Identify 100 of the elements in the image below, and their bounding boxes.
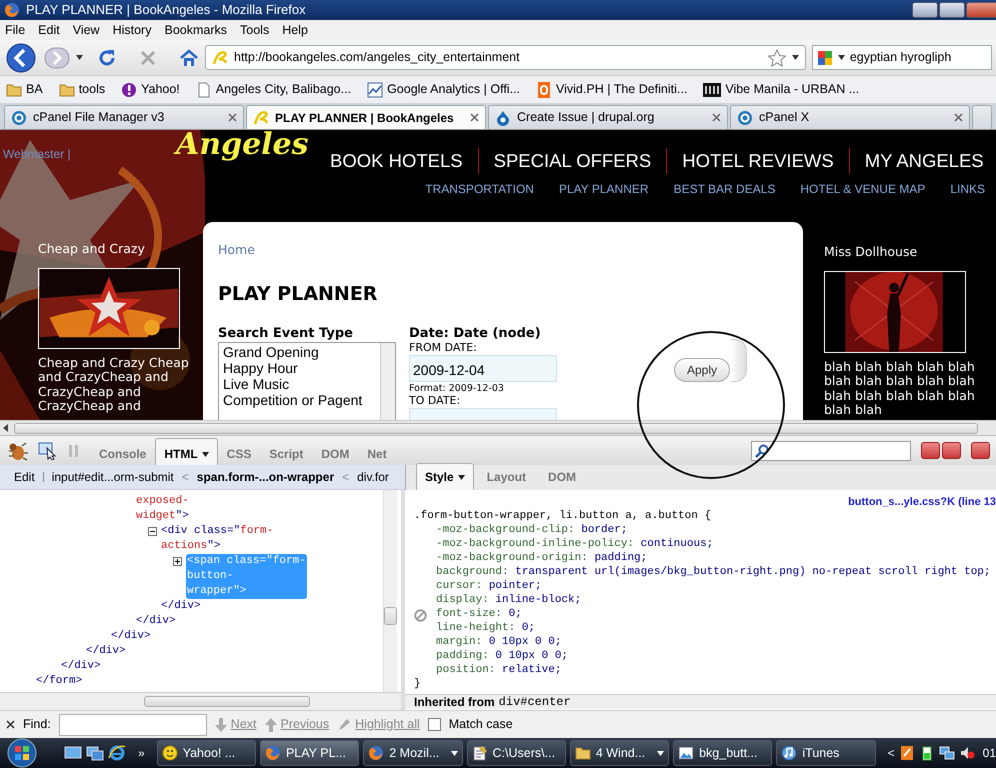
- nav-link[interactable]: HOTEL REVIEWS: [682, 147, 834, 175]
- css-property: -moz-background-clip: border;: [435, 523, 628, 537]
- source-link[interactable]: button_s...yle.css?K (line 13: [414, 495, 996, 509]
- breadcrumb-link[interactable]: Home: [218, 242, 255, 257]
- panel-tab[interactable]: Layout: [478, 463, 536, 490]
- smiley-icon: [162, 745, 178, 761]
- forward-button[interactable]: [44, 46, 70, 68]
- search-field[interactable]: [751, 440, 911, 460]
- nav-link[interactable]: PLAY PLANNER: [558, 180, 649, 198]
- taskbar-button[interactable]: 4 Wind...: [570, 740, 670, 766]
- breadcrumb-item[interactable]: span.form-...on-wrapper: [196, 468, 334, 486]
- panel-tab[interactable]: Style: [416, 463, 474, 490]
- minimize-button[interactable]: [921, 442, 940, 459]
- menu-item[interactable]: Tools: [240, 20, 270, 40]
- site-logo[interactable]: Angeles: [176, 130, 309, 160]
- panel-tab[interactable]: Console: [90, 438, 156, 469]
- nav-link[interactable]: SPECIAL OFFERS: [494, 147, 652, 175]
- marker-icon: [337, 718, 352, 732]
- bookmark[interactable]: Vivid.PH | The Definiti...: [536, 80, 688, 99]
- menu-item[interactable]: Bookmarks: [164, 20, 228, 40]
- menu-item[interactable]: File: [5, 20, 26, 40]
- browser-tab[interactable]: cPanel X: [730, 105, 970, 129]
- html-node[interactable]: <div class="form- actions">: [161, 524, 274, 554]
- nav-link[interactable]: MY ANGELES: [864, 147, 984, 175]
- new-tab-button[interactable]: [972, 105, 992, 129]
- tray-expand-button[interactable]: <: [888, 744, 895, 762]
- nav-link[interactable]: BOOK HOTELS: [330, 147, 463, 175]
- taskbar-button[interactable]: bkg_butt...: [673, 740, 772, 766]
- detach-button[interactable]: [942, 442, 961, 459]
- horizontal-scrollbar[interactable]: [0, 420, 996, 435]
- menu-item[interactable]: History: [112, 20, 152, 40]
- taskbar-button[interactable]: PLAY PL...: [260, 740, 360, 766]
- edit-button[interactable]: Edit: [14, 468, 35, 486]
- bookmark[interactable]: Google Analytics | Offi...: [367, 80, 520, 99]
- breadcrumb-item[interactable]: div.for: [357, 468, 389, 486]
- date-field[interactable]: 2009-12-04: [409, 354, 557, 382]
- checkbox[interactable]: [428, 718, 441, 731]
- desktop-icon: [64, 745, 82, 761]
- menu-item[interactable]: Help: [282, 20, 308, 40]
- html-node[interactable]: exposed- widget">: [136, 494, 189, 524]
- bookmark[interactable]: Yahoo!: [121, 80, 180, 99]
- power-button[interactable]: [971, 442, 990, 459]
- menu-item[interactable]: View: [72, 20, 100, 40]
- taskbar-button[interactable]: C:\Users\...: [466, 740, 566, 766]
- panel-tab[interactable]: Net: [358, 438, 396, 469]
- vertical-scrollbar[interactable]: [383, 490, 397, 692]
- bookmark[interactable]: tools: [58, 80, 106, 99]
- ring-icon: [737, 110, 753, 126]
- browser-tab[interactable]: cPanel File Manager v3: [4, 105, 244, 129]
- nav-link[interactable]: TRANSPORTATION: [425, 180, 534, 198]
- back-button[interactable]: [4, 42, 38, 72]
- breadcrumb-item[interactable]: input#edit...orm-submit: [52, 468, 174, 486]
- closing-tag: </div>: [86, 644, 126, 659]
- browser-tab[interactable]: Create Issue | drupal.org: [488, 105, 728, 129]
- expand-icon[interactable]: [173, 557, 182, 566]
- exclamation-icon: [121, 82, 138, 98]
- search-field[interactable]: egyptian hyrogliph: [812, 45, 992, 70]
- browser-tab[interactable]: PLAY PLANNER | BookAngeles: [246, 105, 486, 129]
- reload-button[interactable]: [97, 48, 117, 68]
- home-icon: [179, 48, 199, 66]
- panel-tab[interactable]: DOM: [539, 463, 586, 490]
- taskbar-button[interactable]: 2 Mozil...: [363, 740, 463, 766]
- maximize-button[interactable]: [939, 2, 965, 18]
- close-icon: [228, 113, 237, 122]
- panel-tab[interactable]: CSS: [218, 438, 260, 469]
- drop-icon: [495, 110, 511, 126]
- browser-icon: [108, 744, 126, 762]
- css-property: padding: 0 10px 0 0;: [435, 649, 570, 663]
- menu-item[interactable]: Edit: [38, 20, 60, 40]
- taskbar-button[interactable]: iTunes: [776, 740, 876, 766]
- window-title: PLAY PLANNER | BookAngeles - Mozilla Firefox: [26, 1, 306, 20]
- nav-link[interactable]: BEST BAR DEALS: [674, 180, 776, 198]
- home-button[interactable]: [179, 48, 199, 66]
- windows-icon: [86, 745, 104, 761]
- minimize-button[interactable]: [912, 2, 938, 18]
- more-button[interactable]: »: [138, 744, 145, 762]
- panel-tab[interactable]: Script: [260, 438, 312, 469]
- field-label: TO DATE:: [409, 394, 462, 407]
- checkbox-label[interactable]: Match case: [448, 715, 513, 734]
- apply-button[interactable]: Apply: [674, 358, 730, 382]
- taskbar-button[interactable]: Yahoo! ...: [156, 740, 256, 766]
- nav-link[interactable]: HOTEL & VENUE MAP: [800, 180, 926, 198]
- close-icon: [712, 113, 721, 122]
- panel-tab[interactable]: DOM: [312, 438, 358, 469]
- collapse-icon[interactable]: [148, 527, 157, 536]
- css-property: display: inline-block;: [435, 593, 582, 607]
- element-link[interactable]: div#center: [498, 695, 571, 709]
- find-field[interactable]: [58, 714, 207, 736]
- close-button[interactable]: [6, 720, 15, 729]
- notepad-icon: [472, 745, 488, 761]
- bookmark[interactable]: Vibe Manila - URBAN ...: [703, 80, 860, 99]
- close-icon: [470, 113, 479, 122]
- stop-button[interactable]: [139, 48, 157, 66]
- address-field[interactable]: http://bookangeles.com/angeles_city_entertainment: [205, 45, 806, 70]
- close-icon: [954, 113, 963, 122]
- bookmark[interactable]: BA: [6, 80, 43, 99]
- nav-link[interactable]: LINKS: [950, 180, 985, 198]
- bookmark[interactable]: Angeles City, Balibago...: [196, 80, 352, 99]
- horizontal-scrollbar[interactable]: [0, 692, 401, 710]
- caret-icon: [458, 474, 465, 480]
